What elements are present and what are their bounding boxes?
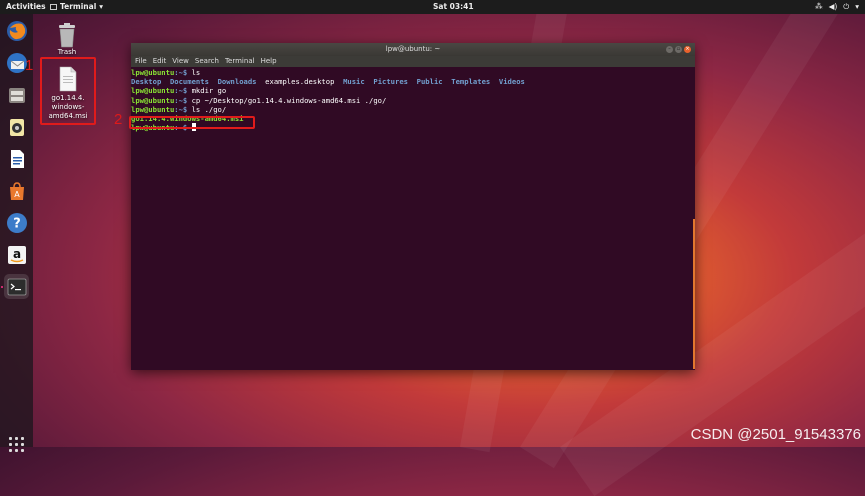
top-bar: Activities Terminal ▾ Sat 03:41 ⁂ ◀) ⏻ ▾ [0, 0, 865, 14]
annotation-number: 2 [114, 111, 123, 128]
dock-item-writer[interactable] [4, 146, 29, 171]
window-title: lpw@ubuntu: ~ [385, 45, 441, 53]
dock-item-help[interactable]: ? [4, 210, 29, 235]
writer-icon [10, 149, 24, 168]
dock-item-software[interactable]: A [4, 178, 29, 203]
app-menu[interactable]: Terminal ▾ [50, 0, 103, 14]
files-icon [8, 87, 25, 103]
svg-text:a: a [12, 247, 20, 261]
system-tray[interactable]: ⁂ ◀) ⏻ ▾ [815, 0, 859, 14]
dock-item-firefox[interactable] [4, 18, 29, 43]
trash-icon [59, 23, 75, 48]
prompt-user: lpw@ubuntu [131, 104, 175, 114]
command-text: ls ./go/ [187, 104, 227, 114]
show-applications-icon[interactable] [9, 437, 24, 452]
software-icon: A [9, 181, 24, 200]
firefox-icon [6, 20, 27, 41]
annotation-box [129, 116, 255, 129]
menu-help[interactable]: Help [261, 56, 277, 67]
window-controls: – ▫ × [666, 46, 691, 53]
dock-item-files[interactable] [4, 82, 29, 107]
menu-search[interactable]: Search [195, 56, 219, 67]
terminal-scrollbar[interactable] [693, 219, 695, 369]
desktop-file-msi[interactable]: go1.14.4. windows- amd64.msi [42, 66, 94, 121]
prompt-user: lpw@ubuntu [131, 86, 175, 96]
ls-entry-dir: Public [416, 77, 443, 87]
terminal-titlebar[interactable]: lpw@ubuntu: ~ – ▫ × [131, 43, 695, 56]
annotation-number: 1 [25, 57, 34, 74]
menu-edit[interactable]: Edit [153, 56, 167, 67]
ls-entry-dir: Videos [498, 77, 525, 87]
ls-entry-dir: Desktop [131, 77, 162, 87]
clock[interactable]: Sat 03:41 [433, 0, 474, 14]
minimize-icon[interactable]: – [666, 46, 673, 53]
file-label: go1.14.4. [51, 94, 85, 102]
app-menu-label: Terminal [60, 2, 97, 11]
ls-entry-dir: Documents [169, 77, 209, 87]
terminal-small-icon [50, 4, 57, 10]
prompt-user: lpw@ubuntu [131, 95, 175, 105]
terminal-line: lpw@ubuntu:~$ ls ./go/ [131, 105, 695, 114]
chevron-down-icon: ▾ [99, 2, 104, 11]
svg-text:?: ? [13, 216, 21, 231]
command-text: mkdir go [187, 86, 227, 96]
menu-view[interactable]: View [172, 56, 189, 67]
menu-file[interactable]: File [135, 56, 147, 67]
command-text: cp ~/Desktop/go1.14.4.windows-amd64.msi … [187, 95, 387, 105]
terminal-menubar: File Edit View Search Terminal Help [131, 56, 695, 67]
network-icon: ⁂ [815, 2, 823, 11]
terminal-line: lpw@ubuntu:~$ ls [131, 68, 695, 77]
watermark: CSDN @2501_91543376 [690, 426, 861, 443]
ls-entry-dir: Downloads [217, 77, 257, 87]
dock-item-terminal[interactable] [4, 274, 29, 299]
menu-terminal[interactable]: Terminal [225, 56, 255, 67]
help-icon: ? [6, 212, 27, 233]
trash-label: Trash [57, 48, 77, 56]
active-indicator [1, 286, 3, 288]
desktop-trash[interactable]: Trash [51, 22, 83, 56]
terminal-line: Desktop Documents Downloads examples.des… [131, 77, 695, 86]
ls-entry-dir: Templates [451, 77, 491, 87]
terminal-line: lpw@ubuntu:~$ cp ~/Desktop/go1.14.4.wind… [131, 96, 695, 105]
power-icon: ⏻ [843, 2, 850, 11]
document-icon [59, 66, 77, 92]
prompt-path: :~$ [174, 95, 188, 105]
prompt-path: :~$ [174, 104, 188, 114]
dock: A ? a [0, 14, 33, 452]
volume-icon: ◀) [828, 2, 838, 11]
file-label: windows- [51, 103, 85, 111]
ls-entry-file: examples.desktop [265, 77, 335, 87]
terminal-icon [7, 278, 26, 295]
dock-item-rhythmbox[interactable] [4, 114, 29, 139]
ls-entry-dir: Music [343, 77, 365, 87]
prompt-path: :~$ [174, 86, 188, 96]
prompt-path: :~$ [174, 68, 188, 77]
command-text: ls [187, 68, 201, 77]
dock-item-amazon[interactable]: a [4, 242, 29, 267]
svg-text:A: A [14, 190, 20, 199]
terminal-window[interactable]: lpw@ubuntu: ~ – ▫ × File Edit View Searc… [131, 43, 695, 370]
file-label: amd64.msi [48, 112, 88, 120]
terminal-line: lpw@ubuntu:~$ mkdir go [131, 86, 695, 95]
rhythmbox-icon [9, 118, 24, 136]
activities-button[interactable]: Activities [6, 0, 46, 14]
amazon-icon: a [7, 245, 26, 264]
maximize-icon[interactable]: ▫ [675, 46, 682, 53]
prompt-user: lpw@ubuntu [131, 68, 175, 77]
chevron-down-icon: ▾ [855, 2, 859, 11]
close-icon[interactable]: × [684, 46, 691, 53]
ls-entry-dir: Pictures [373, 77, 408, 87]
